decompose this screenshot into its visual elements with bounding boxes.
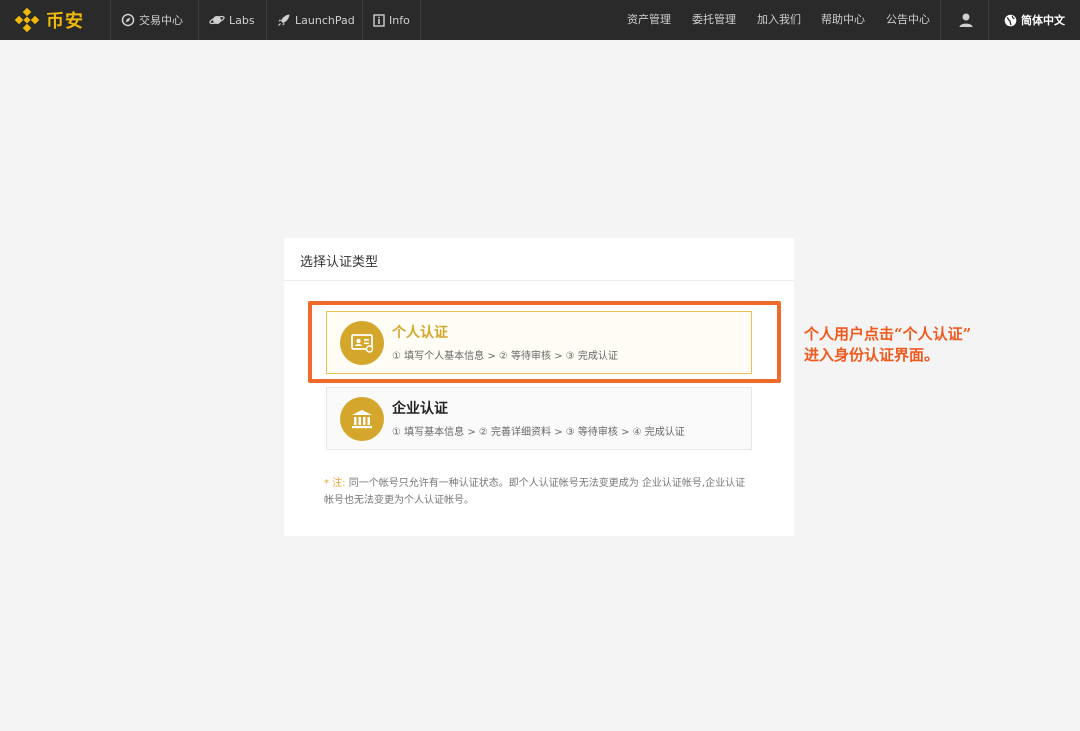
nav-label: LaunchPad [295,13,355,27]
nav-labs[interactable]: Labs [198,0,265,40]
nav-launchpad[interactable]: LaunchPad [266,0,365,40]
nav-order-management[interactable]: 委托管理 [692,0,736,40]
option-title: 企业认证 [392,401,448,417]
panel-title: 选择认证类型 [300,255,379,270]
annotation-highlight-box [308,301,781,383]
nav-join-us[interactable]: 加入我们 [757,0,801,40]
planet-icon [209,15,225,25]
note-label: * 注: [324,478,346,489]
logo-text: 币安 [46,11,84,32]
nav-announcements[interactable]: 公告中心 [886,0,930,40]
globe-icon [1004,14,1017,26]
bank-icon [340,397,384,441]
top-navigation-bar: 币安 交易中心 Labs LaunchPad Info 资产管理 委托管理 加入… [0,0,1080,40]
annotation-line: 进入身份认证界面。 [804,346,940,364]
nav-label: Labs [229,13,255,27]
divider [284,280,794,281]
enterprise-verification-option[interactable]: 企业认证 ① 填写基本信息 > ② 完善详细资料 > ③ 等待审核 > ④ 完成… [326,387,752,450]
language-selector[interactable]: 简体中文 [1004,0,1065,40]
user-icon[interactable] [958,12,974,28]
annotation-text: 个人用户点击“个人认证” 进入身份认证界面。 [804,324,971,366]
nav-help-center[interactable]: 帮助中心 [821,0,865,40]
binance-logo[interactable]: 币安 [14,0,84,40]
nav-info[interactable]: Info [362,0,421,40]
nav-trading-center[interactable]: 交易中心 [110,0,193,40]
option-steps: ① 填写基本信息 > ② 完善详细资料 > ③ 等待审核 > ④ 完成认证 [392,427,685,438]
note-text: 同一个帐号只允许有一种认证状态。即个人认证帐号无法变更成为 企业认证帐号,企业认… [324,478,746,506]
verification-note: * 注: 同一个帐号只允许有一种认证状态。即个人认证帐号无法变更成为 企业认证帐… [324,475,754,509]
divider [988,0,989,40]
nav-label: Info [389,13,410,27]
divider [940,0,941,40]
rocket-icon [278,14,290,26]
compass-icon [121,13,135,27]
language-label: 简体中文 [1021,14,1065,27]
info-icon [373,13,385,27]
annotation-line: 个人用户点击“个人认证” [804,325,972,343]
nav-asset-management[interactable]: 资产管理 [627,0,671,40]
binance-logo-icon [14,7,40,33]
nav-label: 交易中心 [139,14,183,27]
